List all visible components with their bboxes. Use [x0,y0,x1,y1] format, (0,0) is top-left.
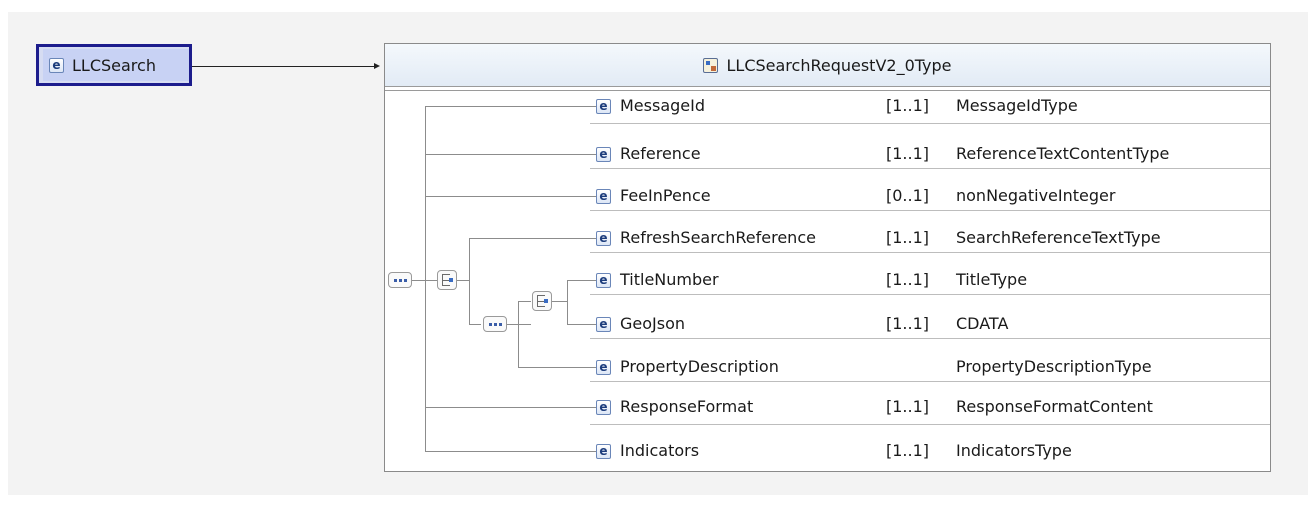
row-divider [590,294,1270,295]
element-type: ReferenceTextContentType [956,144,1170,163]
tree-line [567,280,596,281]
tree-line [567,280,568,324]
row-divider [590,210,1270,211]
element-cardinality: [0..1] [886,186,930,205]
element-type: MessageIdType [956,96,1078,115]
complex-type-header: LLCSearchRequestV2_0Type [385,44,1270,86]
row-divider [590,123,1270,124]
element-icon: e [596,444,611,459]
element-type: ResponseFormatContent [956,397,1153,416]
row-divider [590,424,1270,425]
element-name: TitleNumber [620,270,719,289]
tree-line [425,154,596,155]
complex-type-name: LLCSearchRequestV2_0Type [726,55,952,75]
element-icon: e [596,273,611,288]
choice-icon[interactable] [437,270,457,290]
tree-line [518,367,596,368]
sequence-icon[interactable] [483,316,507,332]
element-icon: e [596,400,611,415]
row-divider [590,252,1270,253]
root-connector [192,66,374,67]
element-type: IndicatorsType [956,441,1072,460]
connector-arrowhead [374,63,380,69]
row-divider [590,381,1270,382]
element-name: RefreshSearchReference [620,228,816,247]
tree-line [469,324,481,325]
tree-line [425,280,437,281]
element-type: CDATA [956,314,1009,333]
element-name: ResponseFormat [620,397,754,416]
element-cardinality: [1..1] [886,96,930,115]
tree-line [567,324,596,325]
tree-line [410,280,425,281]
element-icon: e [596,189,611,204]
element-name: Indicators [620,441,700,460]
element-icon: e [596,317,611,332]
header-divider [385,90,1270,91]
element-name: FeeInPence [620,186,711,205]
row-divider [590,168,1270,169]
tree-line [425,407,596,408]
element-cardinality: [1..1] [886,228,930,247]
complex-type-icon [703,57,719,73]
choice-icon[interactable] [532,291,552,311]
tree-line [552,301,567,302]
tree-line [518,301,531,302]
element-type: PropertyDescriptionType [956,357,1152,376]
element-type: SearchReferenceTextType [956,228,1161,247]
tree-line [425,106,596,107]
element-icon: e [596,99,611,114]
sequence-icon[interactable] [388,272,412,288]
element-cardinality: [1..1] [886,144,930,163]
row-divider [590,338,1270,339]
tree-line [469,238,596,239]
element-name: Reference [620,144,701,163]
tree-line [469,238,470,324]
tree-line [518,301,519,367]
element-icon: e [596,360,611,375]
header-divider [385,86,1270,87]
tree-line [507,324,531,325]
element-name: MessageId [620,96,705,115]
element-icon: e [596,147,611,162]
element-name: PropertyDescription [620,357,779,376]
tree-line [457,280,469,281]
element-icon: e [596,231,611,246]
element-type: TitleType [956,270,1028,289]
element-cardinality: [1..1] [886,270,930,289]
tree-line [425,106,426,451]
element-icon: e [49,57,64,73]
element-cardinality: [1..1] [886,397,930,416]
element-type: nonNegativeInteger [956,186,1116,205]
element-name: GeoJson [620,314,686,333]
element-cardinality: [1..1] [886,441,930,460]
tree-line [425,196,596,197]
element-cardinality: [1..1] [886,314,930,333]
root-element-llcsearch[interactable]: e LLCSearch [36,44,192,86]
tree-line [425,451,596,452]
root-element-name: LLCSearch [72,55,156,75]
